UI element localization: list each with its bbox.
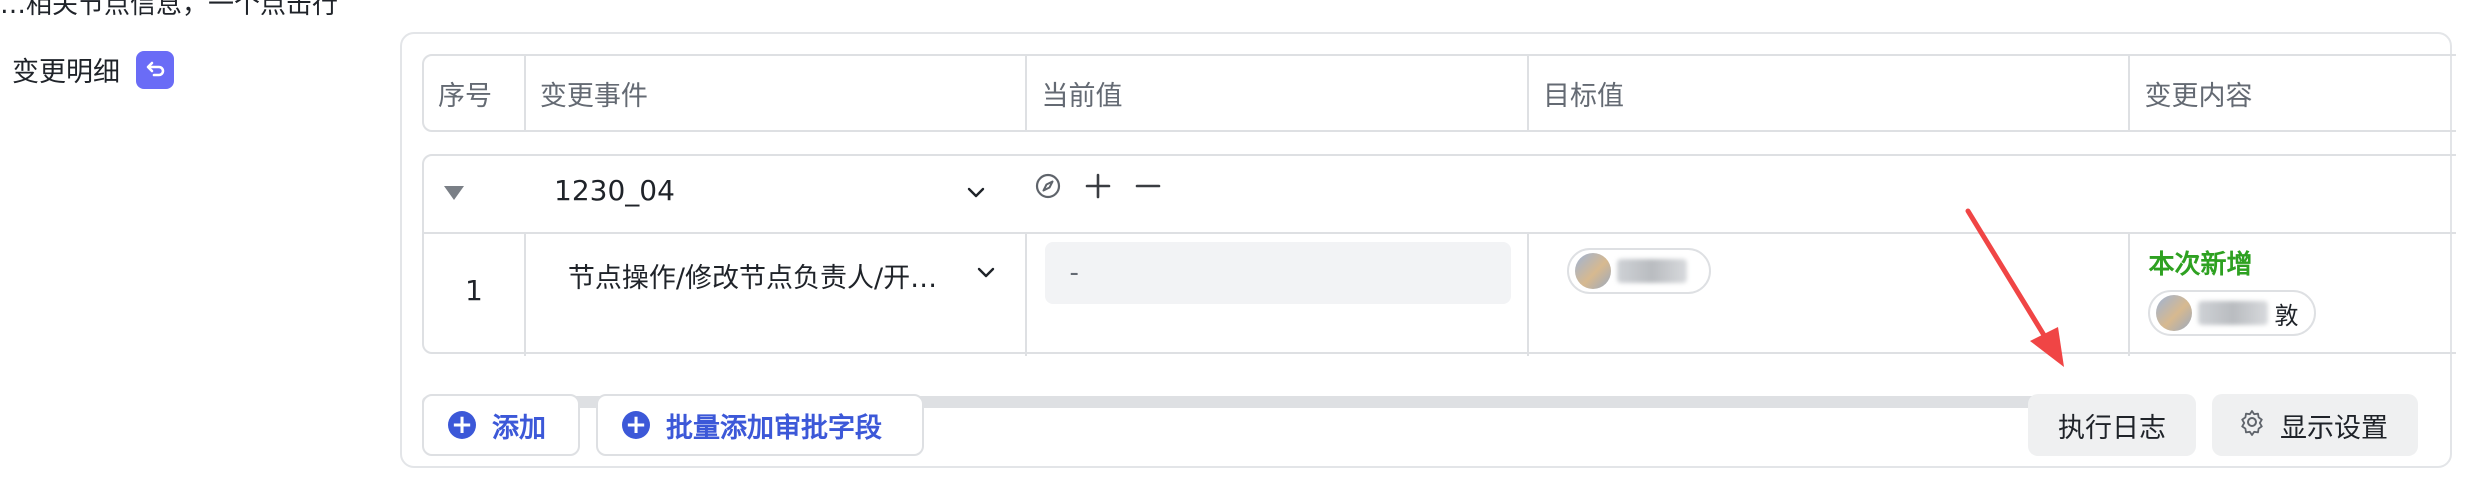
- change-details-card: 序号 变更事件 当前值 目标值 变更内容 1230_04 1 节点操作/修改节点…: [400, 32, 2456, 468]
- chevron-down-icon[interactable]: [974, 260, 998, 288]
- minus-icon[interactable]: [1134, 172, 1162, 204]
- group-row: 1230_04: [424, 156, 2456, 234]
- plus-circle-icon: +: [448, 411, 476, 439]
- execution-log-label: 执行日志: [2058, 412, 2166, 444]
- plus-icon[interactable]: [1084, 172, 1112, 204]
- header-current: 当前值: [1027, 56, 1530, 130]
- change-content-cell: 本次新增 敦: [2130, 234, 2456, 356]
- table-body: 1230_04 1 节点操作/修改节点负责人/开… - 本次新增 敦: [422, 154, 2456, 356]
- batch-add-approval-fields-button[interactable]: + 批量添加审批字段: [596, 394, 924, 456]
- chevron-down-icon[interactable]: [964, 180, 988, 208]
- table-row: 1 节点操作/修改节点负责人/开… - 本次新增 敦: [424, 234, 2456, 356]
- current-value-field: -: [1045, 242, 1512, 304]
- group-select-value[interactable]: 1230_04: [554, 174, 675, 207]
- group-tools: [1034, 172, 1162, 204]
- header-event: 变更事件: [526, 56, 1028, 130]
- plus-circle-icon: +: [622, 411, 650, 439]
- user-chip-suffix: 敦: [2274, 301, 2299, 330]
- section-title: 变更明细: [12, 57, 120, 88]
- event-select[interactable]: 节点操作/修改节点负责人/开…: [526, 234, 1028, 356]
- display-settings-label: 显示设置: [2280, 412, 2388, 444]
- user-chip[interactable]: 敦: [2148, 290, 2317, 336]
- header-change: 变更内容: [2144, 80, 2253, 112]
- truncated-hint-text: …相关节点信息，一个点击行: [0, 0, 339, 20]
- execution-log-button[interactable]: 执行日志: [2028, 394, 2196, 456]
- header-index: 序号: [424, 56, 526, 130]
- redacted-name: [1617, 259, 1687, 283]
- add-button-label: 添加: [492, 412, 546, 444]
- new-added-label: 本次新增: [2148, 250, 2253, 280]
- current-value-cell: -: [1027, 234, 1529, 356]
- batch-add-label: 批量添加审批字段: [666, 412, 882, 444]
- avatar: [1575, 253, 1611, 289]
- compass-icon[interactable]: [1034, 172, 1062, 204]
- target-value-cell: [1529, 234, 2131, 356]
- event-select-value: 节点操作/修改节点负责人/开…: [567, 263, 938, 294]
- add-button[interactable]: + 添加: [422, 394, 580, 456]
- loop-icon[interactable]: [136, 50, 174, 89]
- display-settings-button[interactable]: 显示设置: [2212, 394, 2418, 456]
- table-header: 序号 变更事件 当前值 目标值 变更内容: [422, 54, 2456, 132]
- row-index: 1: [424, 234, 526, 356]
- redacted-name: [2198, 301, 2269, 325]
- header-target: 目标值: [1529, 56, 2131, 130]
- avatar: [2156, 295, 2193, 331]
- gear-icon: [2238, 408, 2266, 443]
- section-label: 变更明细: [12, 50, 174, 89]
- user-chip[interactable]: [1567, 248, 1711, 294]
- collapse-triangle-icon[interactable]: [444, 186, 464, 200]
- change-table: 序号 变更事件 当前值 目标值 变更内容 1230_04 1 节点操作/修改节点…: [422, 54, 2456, 414]
